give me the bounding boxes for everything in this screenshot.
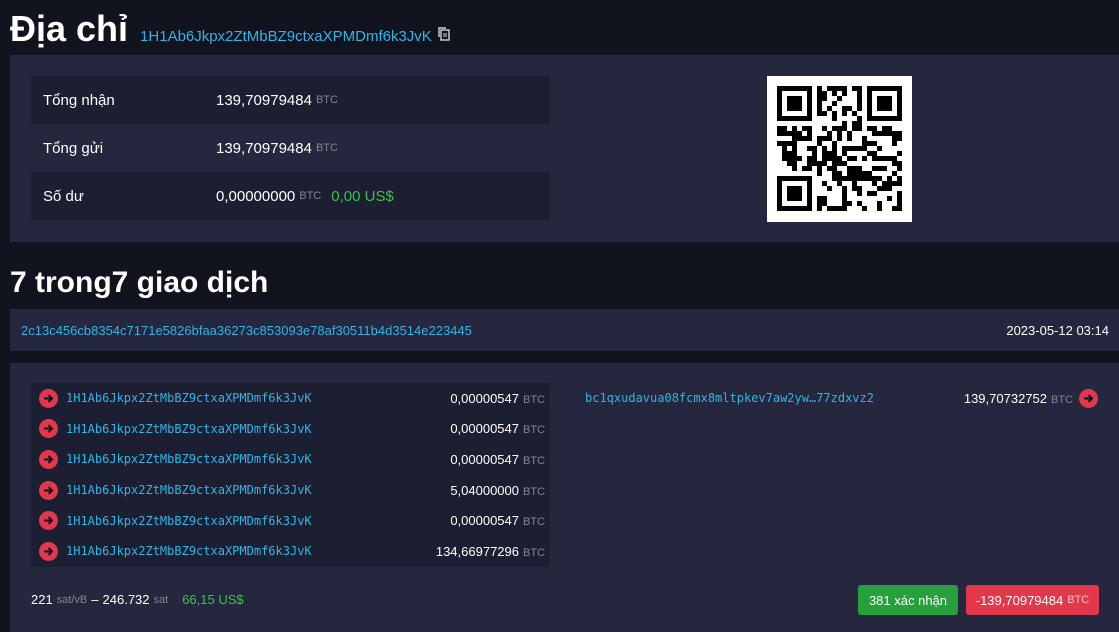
transaction-body: 1H1Ab6Jkpx2ZtMbBZ9ctxaXPMDmf6k3JvK 0,000… [10,363,1119,632]
balance-row: Số dư 0,00000000 BTC 0,00 US$ [31,172,550,220]
total-received-label: Tổng nhận [43,91,115,109]
total-sent-row: Tổng gửi 139,70979484 BTC [31,124,550,172]
transaction-hash-link[interactable]: 2c13c456cb8354c7171e5826bfaa36273c853093… [10,323,472,338]
total-sent-label: Tổng gửi [43,139,104,157]
net-amount-value: -139,70979484 [975,592,1064,608]
input-amount: 0,00000547 BTC [450,513,545,528]
output-row: bc1qxudavua08fcmx8mltpkev7aw2yw…77zdxvz2… [585,383,1098,413]
page-header: Địa chỉ 1H1Ab6Jkpx2ZtMbBZ9ctxaXPMDmf6k3J… [10,8,450,52]
transaction-header: 2c13c456cb8354c7171e5826bfaa36273c853093… [10,309,1119,351]
address-summary: Tổng nhận 139,70979484 BTC Tổng gửi 139,… [10,55,1119,242]
btc-unit: BTC [523,546,545,559]
input-row: 1H1Ab6Jkpx2ZtMbBZ9ctxaXPMDmf6k3JvK 0,000… [31,383,550,414]
input-address-link[interactable]: 1H1Ab6Jkpx2ZtMbBZ9ctxaXPMDmf6k3JvK [66,452,312,466]
fee-usd[interactable]: 66,15 US$ [182,592,243,607]
address-link[interactable]: 1H1Ab6Jkpx2ZtMbBZ9ctxaXPMDmf6k3JvK [140,28,432,45]
fee-separator: – [91,592,99,607]
arrow-right-icon[interactable] [39,388,58,408]
balance-label: Số dư [43,187,84,205]
output-amount: 139,70732752 BTC [964,391,1073,406]
balance-usd[interactable]: 0,00 US$ [331,188,394,205]
input-row: 1H1Ab6Jkpx2ZtMbBZ9ctxaXPMDmf6k3JvK 0,000… [31,414,550,445]
fee-unit: sat [153,593,169,606]
total-sent-value: 139,70979484 [216,139,312,157]
transaction-inputs: 1H1Ab6Jkpx2ZtMbBZ9ctxaXPMDmf6k3JvK 0,000… [31,383,550,567]
btc-unit: BTC [315,142,338,154]
input-amount: 134,66977296 BTC [436,544,545,559]
btc-unit: BTC [523,516,545,529]
arrow-right-icon[interactable] [39,419,58,439]
fee-total: 246.732 [102,592,150,607]
btc-unit: BTC [523,485,545,498]
copy-icon[interactable] [438,27,450,41]
input-address-link[interactable]: 1H1Ab6Jkpx2ZtMbBZ9ctxaXPMDmf6k3JvK [66,483,312,497]
btc-unit: BTC [315,94,338,106]
input-amount: 0,00000547 BTC [450,391,545,406]
input-amount-value: 134,66977296 [435,543,519,559]
btc-unit: BTC [1067,594,1090,606]
balance-value: 0,00000000 [216,187,296,205]
transaction-timestamp: 2023-05-12 03:14 [1006,322,1109,338]
input-row: 1H1Ab6Jkpx2ZtMbBZ9ctxaXPMDmf6k3JvK 0,000… [31,505,550,536]
input-amount-value: 0,00000547 [450,421,519,437]
btc-unit: BTC [1051,393,1073,406]
summary-table: Tổng nhận 139,70979484 BTC Tổng gửi 139,… [31,76,550,220]
btc-unit: BTC [299,190,322,202]
input-amount-value: 0,00000547 [450,451,519,467]
input-row: 1H1Ab6Jkpx2ZtMbBZ9ctxaXPMDmf6k3JvK 0,000… [31,444,550,475]
address-qr-code [767,76,912,222]
input-row: 1H1Ab6Jkpx2ZtMbBZ9ctxaXPMDmf6k3JvK 5,040… [31,475,550,506]
btc-unit: BTC [523,454,545,467]
arrow-right-icon[interactable] [1079,388,1098,408]
fee-rate-unit: sat/vB [56,593,88,606]
arrow-right-icon[interactable] [39,449,58,469]
input-amount-value: 0,00000547 [450,513,519,529]
input-amount-value: 5,04000000 [450,482,519,498]
arrow-right-icon[interactable] [39,511,58,531]
arrow-right-icon[interactable] [39,480,58,500]
input-address-link[interactable]: 1H1Ab6Jkpx2ZtMbBZ9ctxaXPMDmf6k3JvK [66,514,312,528]
page-title: Địa chỉ [10,8,129,49]
input-address-link[interactable]: 1H1Ab6Jkpx2ZtMbBZ9ctxaXPMDmf6k3JvK [66,422,312,436]
total-received-row: Tổng nhận 139,70979484 BTC [31,76,550,124]
output-amount-value: 139,70732752 [963,390,1047,406]
output-address-link[interactable]: bc1qxudavua08fcmx8mltpkev7aw2yw…77zdxvz2 [585,391,874,405]
input-amount-value: 0,00000547 [450,390,519,406]
confirmations-button[interactable]: 381 xác nhận [858,585,958,615]
btc-unit: BTC [523,424,545,437]
net-amount-button[interactable]: -139,70979484 BTC [966,585,1099,615]
arrow-right-icon[interactable] [39,541,58,561]
fee-rate: 221 [31,592,53,607]
fee-info: 221 sat/vB – 246.732 sat 66,15 US$ [31,592,244,607]
btc-unit: BTC [523,393,545,406]
input-amount: 0,00000547 BTC [450,421,545,436]
input-address-link[interactable]: 1H1Ab6Jkpx2ZtMbBZ9ctxaXPMDmf6k3JvK [66,391,312,405]
transactions-heading: 7 trong7 giao dịch [10,266,269,299]
input-row: 1H1Ab6Jkpx2ZtMbBZ9ctxaXPMDmf6k3JvK 134,6… [31,536,550,567]
input-address-link[interactable]: 1H1Ab6Jkpx2ZtMbBZ9ctxaXPMDmf6k3JvK [66,544,312,558]
input-amount: 5,04000000 BTC [450,483,545,498]
input-amount: 0,00000547 BTC [450,452,545,467]
total-received-value: 139,70979484 [216,91,312,109]
